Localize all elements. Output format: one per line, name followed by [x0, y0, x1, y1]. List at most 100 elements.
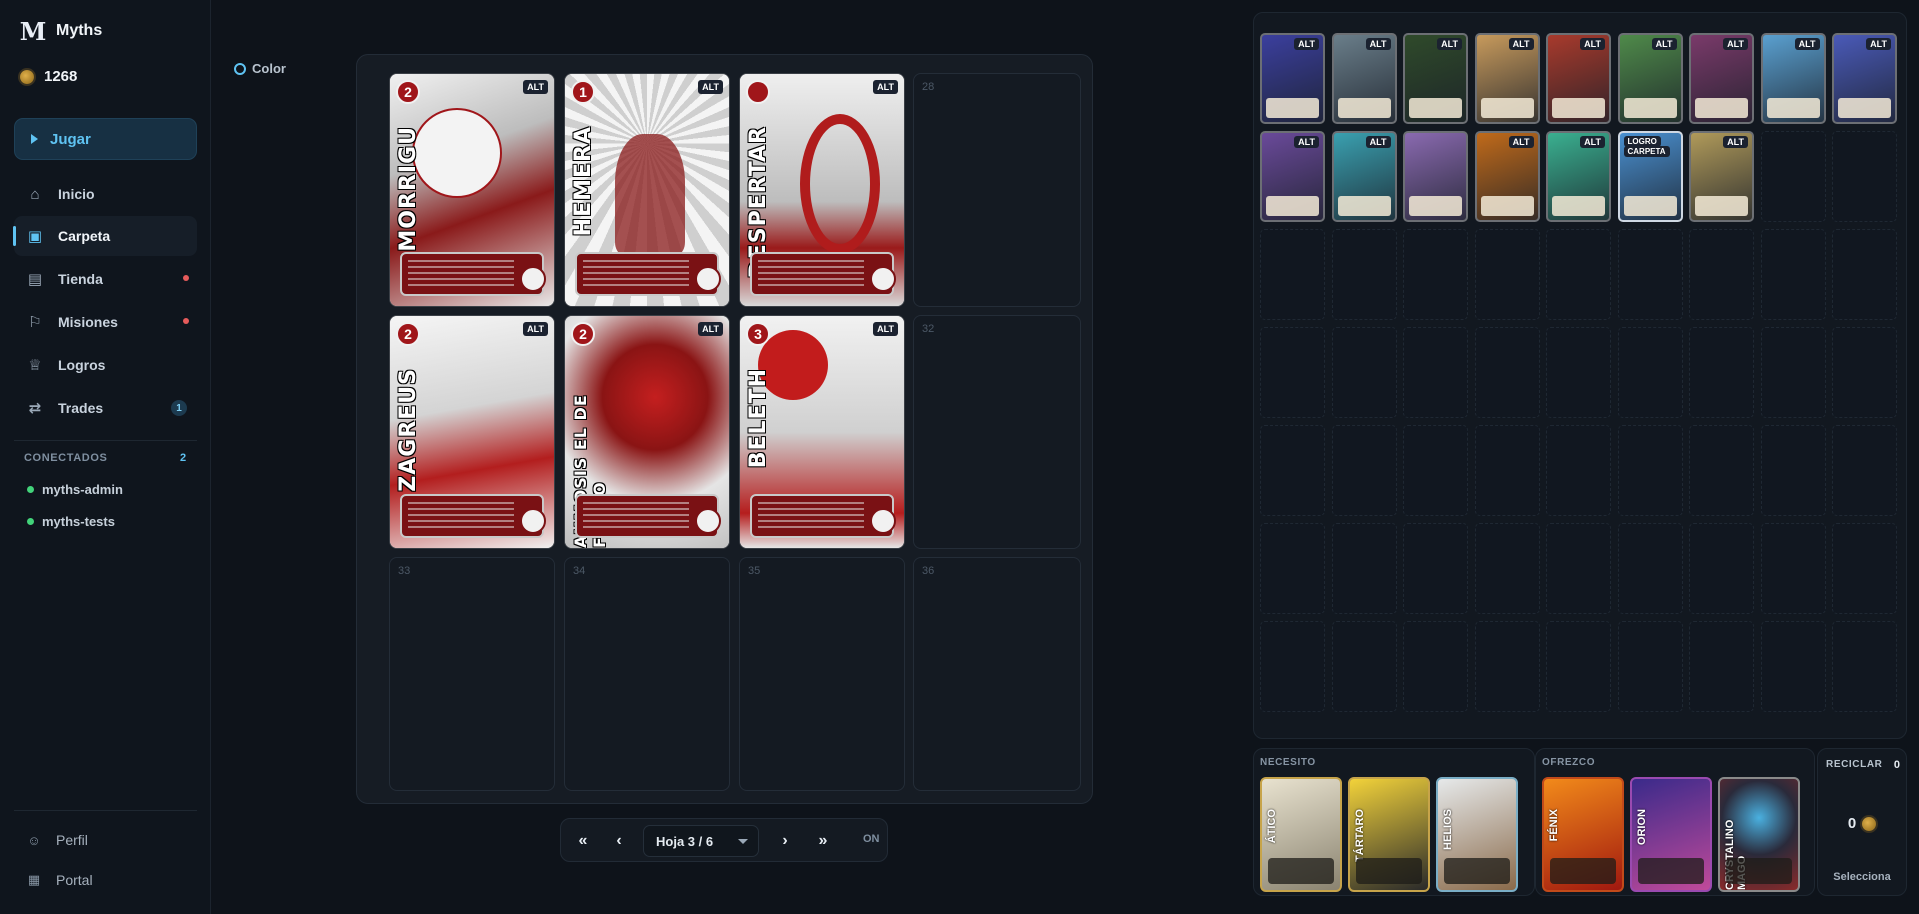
- collection-card[interactable]: ALT: [1331, 131, 1397, 222]
- empty-collection-slot[interactable]: [1617, 523, 1683, 614]
- connected-user[interactable]: myths-admin: [27, 482, 123, 497]
- empty-collection-slot[interactable]: [1260, 523, 1325, 614]
- collection-card[interactable]: [1403, 131, 1468, 222]
- first-page-button[interactable]: «: [569, 827, 597, 855]
- sidebar-item-logros[interactable]: ♕ Logros: [14, 345, 197, 385]
- sidebar-item-carpeta[interactable]: ▣ Carpeta: [13, 216, 197, 256]
- empty-collection-slot[interactable]: [1474, 327, 1540, 418]
- empty-collection-slot[interactable]: [1474, 229, 1540, 320]
- empty-card-slot[interactable]: 34: [564, 557, 730, 791]
- empty-collection-slot[interactable]: [1546, 621, 1611, 712]
- empty-collection-slot[interactable]: [1832, 425, 1897, 516]
- offer-card[interactable]: CRYSTALINO MAGO: [1718, 777, 1800, 892]
- empty-collection-slot[interactable]: [1403, 621, 1468, 712]
- empty-collection-slot[interactable]: [1617, 327, 1683, 418]
- next-page-button[interactable]: ›: [771, 827, 799, 855]
- need-card[interactable]: ÁTICO: [1260, 777, 1342, 892]
- collection-card[interactable]: ALT: [1403, 33, 1468, 124]
- empty-collection-slot[interactable]: [1260, 621, 1325, 712]
- empty-collection-slot[interactable]: [1331, 523, 1397, 614]
- empty-collection-slot[interactable]: [1760, 131, 1826, 222]
- recycle-select-button[interactable]: Selecciona: [1818, 871, 1906, 883]
- binder-card[interactable]: ALT DESPERTAR: [739, 73, 905, 307]
- empty-collection-slot[interactable]: [1331, 229, 1397, 320]
- collection-card[interactable]: ALT: [1546, 33, 1611, 124]
- empty-collection-slot[interactable]: [1546, 229, 1611, 320]
- empty-collection-slot[interactable]: [1689, 425, 1754, 516]
- empty-collection-slot[interactable]: [1689, 327, 1754, 418]
- empty-collection-slot[interactable]: [1617, 229, 1683, 320]
- collection-card[interactable]: ALT: [1689, 33, 1754, 124]
- connected-user[interactable]: myths-tests: [27, 514, 115, 529]
- empty-collection-slot[interactable]: [1403, 229, 1468, 320]
- page-select[interactable]: Hoja 3 / 6: [643, 825, 759, 857]
- need-card[interactable]: TÁRTARO: [1348, 777, 1430, 892]
- empty-card-slot[interactable]: 28: [913, 73, 1081, 307]
- empty-collection-slot[interactable]: [1546, 327, 1611, 418]
- empty-collection-slot[interactable]: [1474, 425, 1540, 516]
- empty-collection-slot[interactable]: [1546, 425, 1611, 516]
- empty-collection-slot[interactable]: [1474, 621, 1540, 712]
- collection-card[interactable]: ALT: [1260, 131, 1325, 222]
- collection-card[interactable]: ALT: [1474, 33, 1540, 124]
- empty-collection-slot[interactable]: [1760, 327, 1826, 418]
- empty-card-slot[interactable]: 36: [913, 557, 1081, 791]
- empty-collection-slot[interactable]: [1760, 229, 1826, 320]
- empty-collection-slot[interactable]: [1760, 523, 1826, 614]
- brand[interactable]: M Myths: [20, 17, 103, 46]
- collection-card[interactable]: ALT: [1689, 131, 1754, 222]
- empty-collection-slot[interactable]: [1832, 621, 1897, 712]
- collection-card[interactable]: ALT: [1617, 33, 1683, 124]
- last-page-button[interactable]: »: [809, 827, 837, 855]
- empty-collection-slot[interactable]: [1689, 523, 1754, 614]
- empty-card-slot[interactable]: 35: [739, 557, 905, 791]
- empty-collection-slot[interactable]: [1832, 229, 1897, 320]
- empty-card-slot[interactable]: 32: [913, 315, 1081, 549]
- portal-link[interactable]: ▦ Portal: [26, 872, 93, 888]
- empty-collection-slot[interactable]: [1331, 425, 1397, 516]
- collection-card[interactable]: ALT: [1260, 33, 1325, 124]
- empty-collection-slot[interactable]: [1403, 523, 1468, 614]
- toggle-on-button[interactable]: ON: [863, 833, 880, 845]
- sidebar-item-inicio[interactable]: ⌂ Inicio: [14, 174, 197, 214]
- collection-card[interactable]: ALT: [1832, 33, 1897, 124]
- empty-collection-slot[interactable]: [1760, 425, 1826, 516]
- empty-collection-slot[interactable]: [1760, 621, 1826, 712]
- empty-collection-slot[interactable]: [1403, 327, 1468, 418]
- offer-card[interactable]: FÉNIX: [1542, 777, 1624, 892]
- need-card[interactable]: HELIOS: [1436, 777, 1518, 892]
- empty-collection-slot[interactable]: [1832, 523, 1897, 614]
- empty-collection-slot[interactable]: [1403, 425, 1468, 516]
- binder-card[interactable]: 2 ALT MORRIGU: [389, 73, 555, 307]
- play-button[interactable]: Jugar: [14, 118, 197, 160]
- prev-page-button[interactable]: ‹: [605, 827, 633, 855]
- collection-card[interactable]: ALT: [1474, 131, 1540, 222]
- binder-card[interactable]: 2 ALT AHMOSIS EL DE FUEGO: [564, 315, 730, 549]
- binder-card[interactable]: 1 ALT HEMERA: [564, 73, 730, 307]
- empty-collection-slot[interactable]: [1689, 229, 1754, 320]
- collection-card[interactable]: ALT: [1331, 33, 1397, 124]
- empty-card-slot[interactable]: 33: [389, 557, 555, 791]
- binder-card[interactable]: 3 ALT BELETH: [739, 315, 905, 549]
- empty-collection-slot[interactable]: [1474, 523, 1540, 614]
- empty-collection-slot[interactable]: [1617, 621, 1683, 712]
- empty-collection-slot[interactable]: [1832, 131, 1897, 222]
- sidebar-item-tienda[interactable]: ▤ Tienda: [14, 259, 197, 299]
- collection-card[interactable]: LOGRO CARPETA: [1617, 131, 1683, 222]
- sidebar-item-misiones[interactable]: ⚐ Misiones: [14, 302, 197, 342]
- color-button[interactable]: Color: [234, 61, 286, 76]
- binder-card[interactable]: 2 ALT ZAGREUS: [389, 315, 555, 549]
- empty-collection-slot[interactable]: [1331, 327, 1397, 418]
- collection-card[interactable]: ALT: [1760, 33, 1826, 124]
- offer-card[interactable]: ORION: [1630, 777, 1712, 892]
- empty-collection-slot[interactable]: [1260, 425, 1325, 516]
- empty-collection-slot[interactable]: [1331, 621, 1397, 712]
- sidebar-item-trades[interactable]: ⇄ Trades 1: [14, 388, 197, 428]
- empty-collection-slot[interactable]: [1617, 425, 1683, 516]
- empty-collection-slot[interactable]: [1546, 523, 1611, 614]
- empty-collection-slot[interactable]: [1260, 229, 1325, 320]
- profile-link[interactable]: ☺ Perfil: [26, 832, 88, 848]
- empty-collection-slot[interactable]: [1689, 621, 1754, 712]
- collection-card[interactable]: ALT: [1546, 131, 1611, 222]
- empty-collection-slot[interactable]: [1260, 327, 1325, 418]
